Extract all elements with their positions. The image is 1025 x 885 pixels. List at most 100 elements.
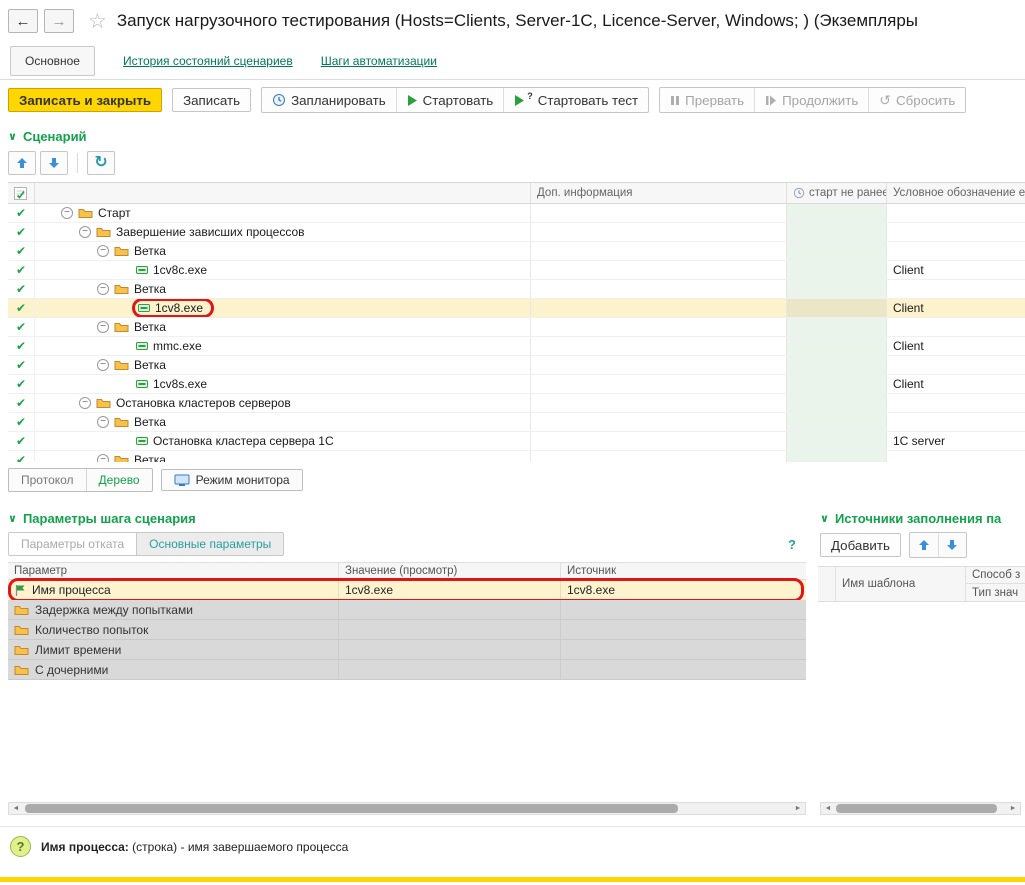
tab-tree[interactable]: Дерево — [86, 469, 152, 491]
scroll-right-icon[interactable]: ► — [791, 805, 805, 812]
tree-row[interactable]: ✔mmc.exeClient — [8, 337, 1025, 356]
folder-icon — [114, 416, 129, 428]
header-template-column[interactable]: Имя шаблона — [836, 567, 966, 601]
row-checkbox[interactable]: ✔ — [8, 204, 34, 222]
tree-row[interactable]: ✔ − Ветка — [8, 451, 1025, 462]
collapse-icon[interactable]: − — [97, 416, 109, 428]
param-row[interactable]: С дочерними — [8, 660, 806, 680]
link-scenario-history[interactable]: История состояний сценариев — [123, 54, 293, 68]
interrupt-button[interactable]: Прервать — [660, 88, 754, 112]
tab-rollback-params[interactable]: Параметры отката — [9, 533, 136, 555]
collapse-icon[interactable]: − — [79, 226, 91, 238]
tree-row[interactable]: ✔1cv8s.exeClient — [8, 375, 1025, 394]
scrollbar-thumb[interactable] — [836, 804, 997, 813]
favorite-star-icon[interactable]: ☆ — [88, 9, 107, 34]
save-and-close-button[interactable]: Записать и закрыть — [8, 88, 162, 112]
scrollbar-thumb[interactable] — [25, 804, 678, 813]
collapse-icon[interactable]: − — [97, 321, 109, 333]
forward-button[interactable]: → — [44, 9, 74, 33]
row-checkbox[interactable]: ✔ — [8, 318, 34, 336]
header-checkbox-column[interactable] — [8, 183, 34, 203]
tab-protocol[interactable]: Протокол — [9, 469, 86, 491]
header-dop-column[interactable]: Доп. информация — [530, 183, 786, 203]
param-row[interactable]: Лимит времени — [8, 640, 806, 660]
tree-row[interactable]: ✔−Ветка — [8, 242, 1025, 261]
tree-row[interactable]: ✔−Остановка кластеров серверов — [8, 394, 1025, 413]
dop-info-cell — [530, 432, 786, 450]
row-checkbox[interactable]: ✔ — [8, 432, 34, 450]
tree-row[interactable]: ✔−Ветка — [8, 356, 1025, 375]
tree-row[interactable]: ✔−Завершение зависших процессов — [8, 223, 1025, 242]
tree-row[interactable]: ✔−Старт — [8, 204, 1025, 223]
row-checkbox[interactable]: ✔ — [8, 413, 34, 431]
help-link[interactable]: ? — [788, 537, 796, 552]
cond-designation-cell: Client — [886, 299, 1025, 317]
header-start-column[interactable]: старт не ранее... — [786, 183, 886, 203]
move-up-button[interactable] — [8, 151, 36, 175]
param-row[interactable]: Задержка между попытками — [8, 600, 806, 620]
tab-main-params[interactable]: Основные параметры — [136, 533, 283, 555]
reset-button[interactable]: ↺ Сбросить — [868, 88, 965, 112]
tree-row[interactable]: ✔−Ветка — [8, 413, 1025, 432]
row-checkbox[interactable]: ✔ — [8, 261, 34, 279]
tree-row[interactable]: ✔Остановка кластера сервера 1С1C server — [8, 432, 1025, 451]
sources-horizontal-scrollbar[interactable]: ◄ ► — [820, 802, 1021, 815]
row-checkbox[interactable]: ✔ — [8, 223, 34, 241]
header-param-column[interactable]: Параметр — [8, 563, 338, 579]
start-button[interactable]: Стартовать — [396, 88, 504, 112]
refresh-button[interactable]: ↻ — [87, 151, 115, 175]
scenario-section-header[interactable]: ∨ Сценарий — [8, 126, 1025, 146]
resume-button[interactable]: Продолжить — [754, 88, 868, 112]
row-checkbox[interactable]: ✔ — [8, 356, 34, 374]
move-down-button[interactable] — [40, 151, 68, 175]
start-test-button[interactable]: ? Стартовать тест — [503, 88, 648, 112]
params-horizontal-scrollbar[interactable]: ◄ ► — [8, 802, 806, 815]
tree-item-label: Ветка — [134, 453, 166, 462]
header-type-column[interactable]: Тип знач — [966, 584, 1025, 601]
dop-info-cell — [530, 280, 786, 298]
params-section-header[interactable]: ∨ Параметры шага сценария — [8, 508, 806, 528]
header-value-column[interactable]: Значение (просмотр) — [338, 563, 560, 579]
tab-main[interactable]: Основное — [10, 46, 95, 76]
collapse-icon[interactable]: − — [61, 207, 73, 219]
param-name-cell: Количество попыток — [8, 620, 338, 639]
add-source-button[interactable]: Добавить — [820, 533, 901, 557]
row-checkbox[interactable]: ✔ — [8, 337, 34, 355]
link-automation-steps[interactable]: Шаги автоматизации — [321, 54, 437, 68]
save-button[interactable]: Записать — [172, 88, 251, 112]
cond-designation-cell — [886, 413, 1025, 431]
scrollbar-track[interactable] — [835, 804, 1006, 813]
source-down-button[interactable] — [938, 533, 966, 557]
header-source-column[interactable]: Источник — [560, 563, 806, 579]
scroll-left-icon[interactable]: ◄ — [9, 805, 23, 812]
back-button[interactable]: ← — [8, 9, 38, 33]
scrollbar-track[interactable] — [23, 804, 791, 813]
header-cond-column[interactable]: Условное обозначение ед — [886, 183, 1025, 203]
tree-row[interactable]: ✔−Ветка — [8, 280, 1025, 299]
row-checkbox[interactable]: ✔ — [8, 280, 34, 298]
monitor-mode-button[interactable]: Режим монитора — [161, 469, 303, 491]
row-checkbox[interactable]: ✔ — [8, 242, 34, 260]
collapse-icon[interactable]: − — [97, 283, 109, 295]
tree-row[interactable]: ✔1cv8.exeClient — [8, 299, 1025, 318]
collapse-icon[interactable]: − — [79, 397, 91, 409]
row-checkbox[interactable]: ✔ — [8, 451, 34, 462]
row-checkbox[interactable]: ✔ — [8, 394, 34, 412]
sources-section-header[interactable]: ∨ Источники заполнения па — [820, 508, 1025, 528]
collapse-icon[interactable]: − — [97, 454, 109, 462]
collapse-icon[interactable]: − — [97, 359, 109, 371]
collapse-icon[interactable]: − — [97, 245, 109, 257]
row-checkbox[interactable]: ✔ — [8, 299, 34, 317]
tree-row[interactable]: ✔−Ветка — [8, 318, 1025, 337]
row-checkbox[interactable]: ✔ — [8, 375, 34, 393]
source-up-button[interactable] — [910, 533, 938, 557]
param-row[interactable]: Имя процесса1cv8.exe1cv8.exe — [8, 580, 806, 600]
scroll-right-icon[interactable]: ► — [1006, 805, 1020, 812]
scroll-left-icon[interactable]: ◄ — [821, 805, 835, 812]
header-tree-column[interactable] — [34, 183, 530, 203]
param-row[interactable]: Количество попыток — [8, 620, 806, 640]
tree-row[interactable]: ✔1cv8c.exeClient — [8, 261, 1025, 280]
header-method-column[interactable]: Способ з — [966, 567, 1025, 584]
schedule-button[interactable]: Запланировать — [262, 88, 396, 112]
tree-cell: −Завершение зависших процессов — [34, 223, 530, 241]
